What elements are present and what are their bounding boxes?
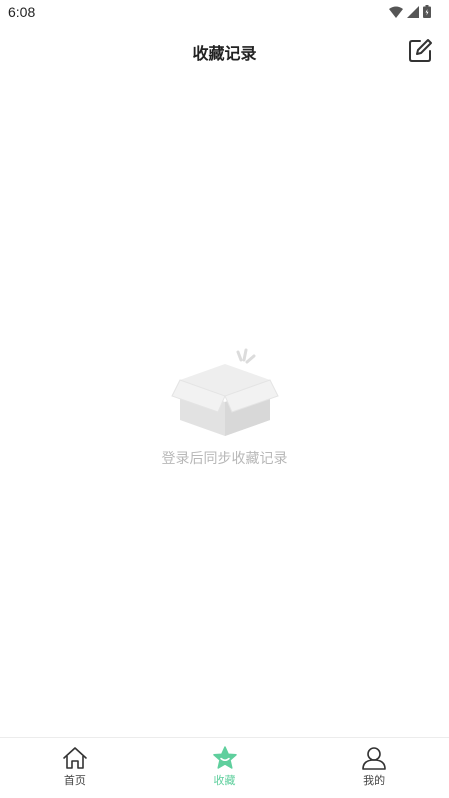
empty-message: 登录后同步收藏记录 — [161, 451, 288, 467]
battery-icon — [423, 5, 431, 18]
status-time: 6:08 — [8, 4, 36, 20]
bottom-tabbar: 首页 收藏 我的 — [0, 737, 449, 798]
empty-state: 登录后同步收藏记录 — [0, 346, 449, 468]
edit-icon — [409, 39, 432, 62]
star-icon — [212, 746, 237, 769]
tab-home-label: 首页 — [63, 774, 86, 787]
tab-favorites[interactable]: 收藏 — [150, 738, 300, 798]
open-box-icon — [170, 348, 279, 436]
signal-icon — [407, 5, 419, 18]
tab-home[interactable]: 首页 — [0, 738, 150, 798]
tab-profile[interactable]: 我的 — [299, 738, 449, 798]
edit-button[interactable] — [407, 38, 433, 64]
tab-favorites-label: 收藏 — [213, 774, 236, 787]
profile-icon — [362, 747, 386, 770]
home-icon — [63, 747, 87, 769]
tab-profile-label: 我的 — [363, 774, 386, 787]
status-bar: 6:08 — [0, 0, 449, 26]
page-title: 收藏记录 — [192, 44, 257, 63]
wifi-icon — [389, 6, 403, 18]
status-icons — [389, 5, 431, 18]
header: 收藏记录 — [0, 30, 449, 74]
